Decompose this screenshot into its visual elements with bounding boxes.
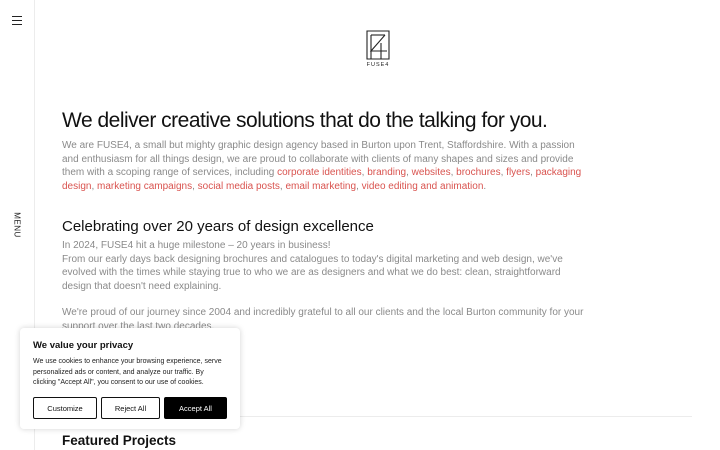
service-link-flyers[interactable]: flyers <box>506 167 530 178</box>
separator: , <box>361 167 365 178</box>
cookie-consent-banner: We value your privacy We use cookies to … <box>20 328 240 429</box>
main-content: We deliver creative solutions that do th… <box>62 108 592 333</box>
service-link-video-editing[interactable]: video editing and animation <box>362 181 484 192</box>
separator: , <box>279 180 283 192</box>
separator: , <box>450 167 454 178</box>
service-link-websites[interactable]: websites <box>412 167 451 178</box>
celebrating-heading: Celebrating over 20 years of design exce… <box>62 218 374 235</box>
customize-button[interactable]: Customize <box>33 397 97 419</box>
featured-projects-heading: Featured Projects <box>62 433 177 448</box>
hero-headline: We deliver creative solutions that do th… <box>62 109 548 132</box>
service-link-email-marketing[interactable]: email marketing <box>285 181 356 192</box>
service-link-corporate-identities[interactable]: corporate identities <box>277 167 362 178</box>
milestone-text: In 2024, FUSE4 hit a huge milestone – 20… <box>62 240 331 251</box>
separator: , <box>192 180 195 192</box>
separator: , <box>406 167 409 178</box>
fuse4-logo-icon <box>366 30 390 60</box>
cookie-buttons: Customize Reject All Accept All <box>33 397 227 419</box>
history-text: From our early days back designing broch… <box>62 253 563 292</box>
separator: , <box>500 167 504 178</box>
cookie-text: We use cookies to enhance your browsing … <box>33 358 222 386</box>
intro-paragraph: We are FUSE4, a small but mighty graphic… <box>62 139 592 193</box>
separator: , <box>530 167 533 178</box>
logo-text: FUSE4 <box>366 62 390 68</box>
menu-toggle[interactable]: MENU <box>11 212 23 238</box>
separator: , <box>356 180 359 192</box>
service-link-branding[interactable]: branding <box>367 167 406 178</box>
accept-all-button[interactable]: Accept All <box>164 397 227 419</box>
cookie-title: We value your privacy <box>33 340 134 351</box>
end-dot: . <box>483 180 487 192</box>
service-link-brochures[interactable]: brochures <box>456 167 500 178</box>
site-logo[interactable]: FUSE4 <box>364 30 392 72</box>
hamburger-menu-icon[interactable] <box>12 16 22 25</box>
reject-all-button[interactable]: Reject All <box>101 397 160 419</box>
separator: , <box>91 180 95 192</box>
service-link-social-media-posts[interactable]: social media posts <box>198 181 280 192</box>
service-link-marketing-campaigns[interactable]: marketing campaigns <box>97 181 192 192</box>
menu-label: MENU <box>12 212 22 238</box>
